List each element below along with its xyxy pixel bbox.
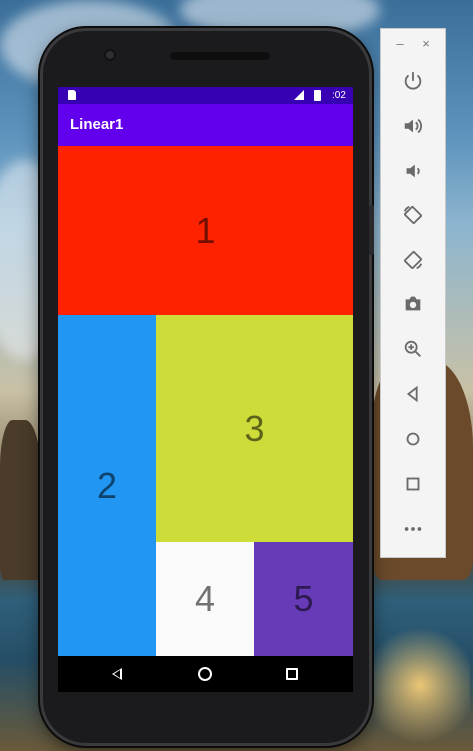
nav-back-icon[interactable] bbox=[112, 668, 122, 680]
rotate-right-button[interactable] bbox=[399, 246, 427, 274]
volume-down-icon bbox=[406, 164, 420, 178]
camera-icon bbox=[405, 296, 421, 311]
nav-recents-icon[interactable] bbox=[286, 668, 298, 680]
block-1-label: 1 bbox=[195, 209, 216, 251]
block-4: 4 bbox=[156, 542, 254, 656]
block-2-label: 2 bbox=[96, 464, 118, 506]
battery-icon bbox=[314, 90, 321, 101]
nav-home-icon[interactable] bbox=[198, 667, 212, 681]
block-3: 3 bbox=[156, 315, 353, 542]
phone-power-key bbox=[369, 205, 374, 255]
rotate-left-button[interactable] bbox=[399, 201, 427, 229]
volume-up-button[interactable] bbox=[399, 112, 427, 140]
block-3-label: 3 bbox=[244, 407, 265, 449]
volume-up-icon bbox=[404, 118, 422, 134]
minimize-button[interactable]: – bbox=[393, 37, 407, 51]
rotate-right-icon bbox=[404, 251, 423, 270]
power-icon bbox=[404, 71, 422, 90]
block-4-label: 4 bbox=[194, 578, 216, 619]
block-2: 2 bbox=[58, 315, 156, 656]
home-button[interactable] bbox=[399, 425, 427, 453]
block-1: 1 bbox=[58, 146, 353, 315]
volume-down-button[interactable] bbox=[399, 157, 427, 185]
app-title: Linear1 bbox=[70, 116, 124, 133]
back-icon bbox=[406, 385, 418, 403]
more-icon bbox=[404, 527, 422, 531]
home-icon bbox=[406, 432, 420, 446]
status-time: :02 bbox=[332, 90, 346, 101]
more-button[interactable] bbox=[399, 515, 427, 543]
power-button[interactable] bbox=[399, 67, 427, 95]
overview-icon bbox=[406, 477, 420, 491]
block-5-label: 5 bbox=[293, 578, 314, 619]
rotate-left-icon bbox=[403, 205, 422, 224]
sd-card-icon bbox=[68, 90, 76, 100]
back-button[interactable] bbox=[399, 380, 427, 408]
front-camera bbox=[104, 49, 116, 61]
block-5: 5 bbox=[254, 542, 353, 656]
close-button[interactable]: × bbox=[419, 37, 433, 51]
app-bar: Linear1 bbox=[58, 104, 353, 146]
earpiece-speaker bbox=[170, 52, 270, 60]
emulator-toolbar: – × bbox=[380, 28, 446, 558]
overview-button[interactable] bbox=[399, 470, 427, 498]
device-screen: :02 Linear1 1 2 3 4 5 bbox=[58, 87, 353, 692]
zoom-button[interactable] bbox=[399, 335, 427, 363]
screenshot-button[interactable] bbox=[399, 290, 427, 318]
status-bar: :02 bbox=[58, 87, 353, 104]
signal-icon bbox=[294, 90, 304, 100]
toolbar-header: – × bbox=[381, 29, 447, 61]
zoom-icon bbox=[404, 340, 421, 357]
navigation-bar bbox=[58, 656, 353, 692]
